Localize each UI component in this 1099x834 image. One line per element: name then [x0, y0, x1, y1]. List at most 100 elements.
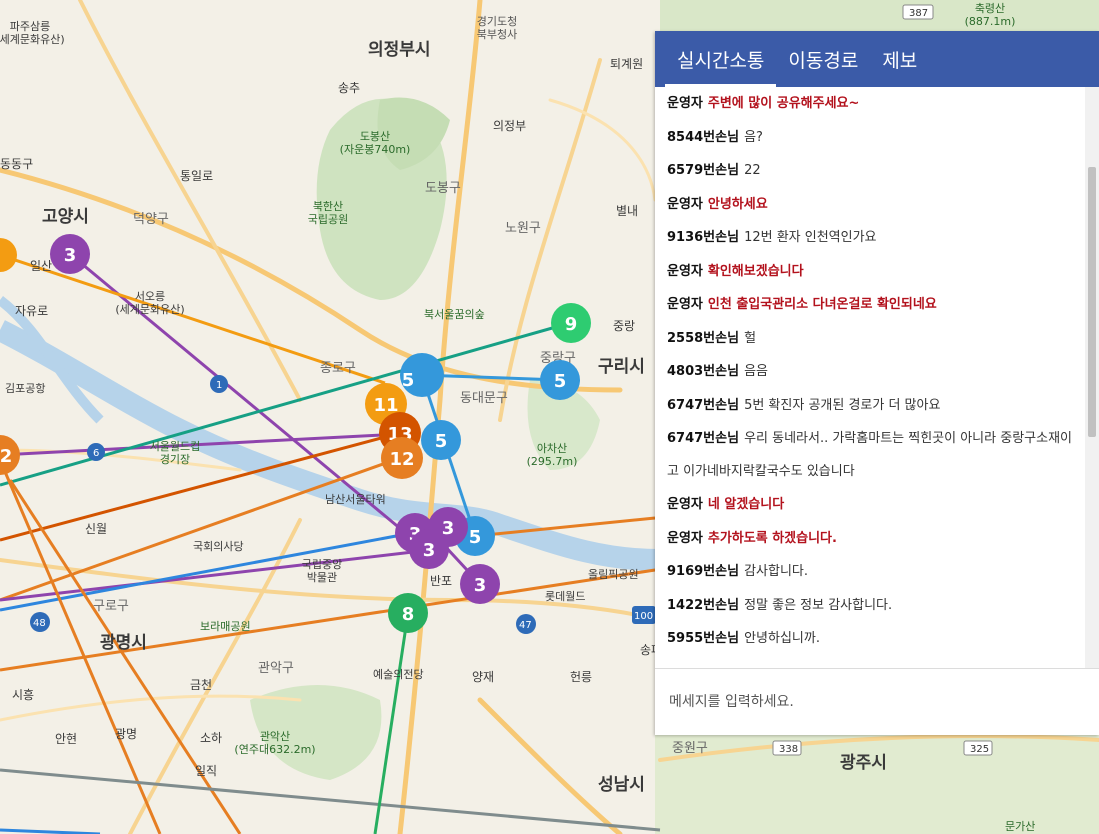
ic-label: 신월 — [85, 522, 107, 536]
cluster-marker[interactable]: 9 — [551, 303, 591, 343]
message-text: 확인해보겠습니다 — [707, 263, 804, 279]
chat-message: 운영자 확인해보겠습니다 — [667, 255, 1073, 289]
ic-label: 의정부 — [493, 119, 526, 133]
message-sender: 5955번손님 — [667, 631, 740, 646]
district-label: 관악구 — [258, 661, 294, 676]
chat-tab-bar: 실시간소통 이동경로 제보 — [655, 31, 1099, 87]
chat-message: 6579번손님 22 — [667, 154, 1073, 188]
cluster-count: 5 — [469, 527, 482, 548]
chat-message: 1422번손님 정말 좋은 정보 감사합니다. — [667, 589, 1073, 623]
chat-message: 운영자 안녕하세요 — [667, 188, 1073, 222]
chat-message: 6747번손님 우리 동네라서.. 가락홈마트는 찍힌곳이 아니라 중랑구소재이고… — [667, 422, 1073, 488]
city-label: 광명시 — [100, 633, 147, 653]
cluster-count: 5 — [402, 370, 415, 391]
district-label: 덕양구 — [133, 212, 169, 227]
tab-movement-route[interactable]: 이동경로 — [776, 46, 870, 87]
road-badge-label: 338 — [779, 744, 798, 755]
message-scrollbar[interactable] — [1085, 87, 1099, 669]
poi-label: 국회의사당 — [193, 540, 244, 553]
message-text: 12번 환자 인천역인가요 — [744, 230, 877, 245]
cluster-count: 5 — [554, 371, 567, 392]
poi-label: 북서울꿈의숲 — [424, 308, 485, 321]
message-text: 추가하도록 하겠습니다. — [707, 530, 837, 546]
ic-label: 중랑 — [613, 319, 635, 333]
message-sender: 6579번손님 — [667, 163, 740, 178]
message-input-area — [655, 668, 1099, 735]
poi-label: 문가산 — [1005, 820, 1035, 833]
message-sender: 8544번손님 — [667, 129, 740, 145]
cluster-count: 12 — [389, 449, 414, 470]
tab-live-chat[interactable]: 실시간소통 — [665, 46, 777, 87]
poi-label: 남산서울타워 — [325, 493, 386, 506]
cluster-marker[interactable]: 12 — [381, 437, 423, 479]
message-sender: 9169번손님 — [667, 564, 740, 579]
chat-message: 9169번손님 감사합니다. — [667, 555, 1073, 589]
message-sender: 4803번손님 — [667, 364, 740, 379]
district-label: 노원구 — [505, 221, 541, 236]
message-text: 감사합니다. — [744, 564, 808, 579]
cluster-marker[interactable]: 5 — [400, 353, 444, 397]
message-text: 안녕하십니까. — [744, 631, 820, 646]
chat-panel: 실시간소통 이동경로 제보 운영자 주변에 많이 공유해주세요~ 8544번손님 음… — [655, 31, 1099, 735]
district-label: 도봉구 — [425, 181, 461, 196]
ic-label: 별내 — [616, 204, 638, 218]
road-badge-label: 48 — [33, 618, 46, 629]
road-badge-label: 325 — [970, 744, 989, 755]
message-sender: 6747번손님 — [667, 431, 740, 446]
ic-label: 헌릉 — [570, 670, 592, 684]
ic-label: 통일로 — [180, 169, 213, 183]
cluster-count: 8 — [402, 604, 415, 625]
city-label: 성남시 — [598, 775, 645, 795]
district-label: 경기도청 북부청사 — [477, 15, 517, 41]
message-sender: 운영자 — [667, 497, 703, 512]
cluster-marker[interactable]: 8 — [388, 593, 428, 633]
ic-label: 동동구 — [0, 157, 33, 171]
ic-label: 안현 — [55, 732, 77, 746]
chat-message: 운영자 네 알겠습니다 — [667, 488, 1073, 522]
road-badge-label: 47 — [519, 620, 532, 631]
poi-label: 올림픽공원 — [588, 568, 639, 581]
ic-label: 금천 — [190, 677, 212, 692]
cluster-count: 9 — [565, 314, 578, 335]
message-text: 5번 확진자 공개된 경로가 더 많아요 — [744, 397, 941, 413]
message-sender: 9136번손님 — [667, 230, 740, 245]
message-text: 안녕하세요 — [707, 196, 768, 212]
road-badge-label: 387 — [909, 8, 928, 19]
message-input[interactable] — [667, 687, 1081, 717]
message-text: 음음 — [744, 364, 768, 379]
chat-message: 9136번손님 12번 환자 인천역인가요 — [667, 221, 1073, 255]
poi-label: 김포공항 — [5, 382, 45, 395]
district-label: 구로구 — [93, 599, 129, 614]
message-text: 22 — [744, 163, 761, 178]
scrollbar-thumb[interactable] — [1088, 167, 1096, 437]
poi-label: 보라매공원 — [200, 620, 251, 633]
message-sender: 1422번손님 — [667, 597, 740, 613]
message-sender: 2558번손님 — [667, 330, 740, 346]
poi-label: 북한산 국립공원 — [308, 200, 348, 226]
tab-report[interactable]: 제보 — [870, 46, 929, 87]
ic-label: 송추 — [338, 81, 360, 95]
message-text: 정말 좋은 정보 감사합니다. — [744, 597, 893, 613]
city-label: 의정부시 — [368, 40, 431, 60]
message-sender: 운영자 — [667, 530, 703, 546]
ic-label: 자유로 — [15, 304, 48, 318]
message-text: 음? — [744, 129, 763, 145]
poi-label: 롯데월드 — [545, 590, 585, 603]
message-sender: 운영자 — [667, 263, 703, 279]
city-label: 구리시 — [598, 357, 645, 377]
cluster-marker[interactable]: 3 — [50, 234, 90, 274]
city-label: 고양시 — [42, 207, 89, 227]
cluster-marker[interactable]: 3 — [409, 529, 449, 569]
message-sender: 운영자 — [667, 297, 703, 312]
cluster-marker[interactable]: 3 — [460, 564, 500, 604]
district-label: 중원구 — [672, 741, 708, 756]
chat-message: 2558번손님 헐 — [667, 322, 1073, 356]
cluster-count: 3 — [64, 245, 77, 266]
cluster-marker[interactable]: 5 — [540, 360, 580, 400]
cluster-marker[interactable]: 5 — [421, 420, 461, 460]
message-list[interactable]: 운영자 주변에 많이 공유해주세요~ 8544번손님 음? 6579번손님 22 운영… — [655, 87, 1085, 669]
poi-label: 예술의전당 — [373, 668, 424, 681]
chat-message: 운영자 추가하도록 하겠습니다. — [667, 522, 1073, 556]
chat-message: 운영자 주변에 많이 공유해주세요~ — [667, 87, 1073, 121]
district-label: 동대문구 — [460, 391, 508, 406]
